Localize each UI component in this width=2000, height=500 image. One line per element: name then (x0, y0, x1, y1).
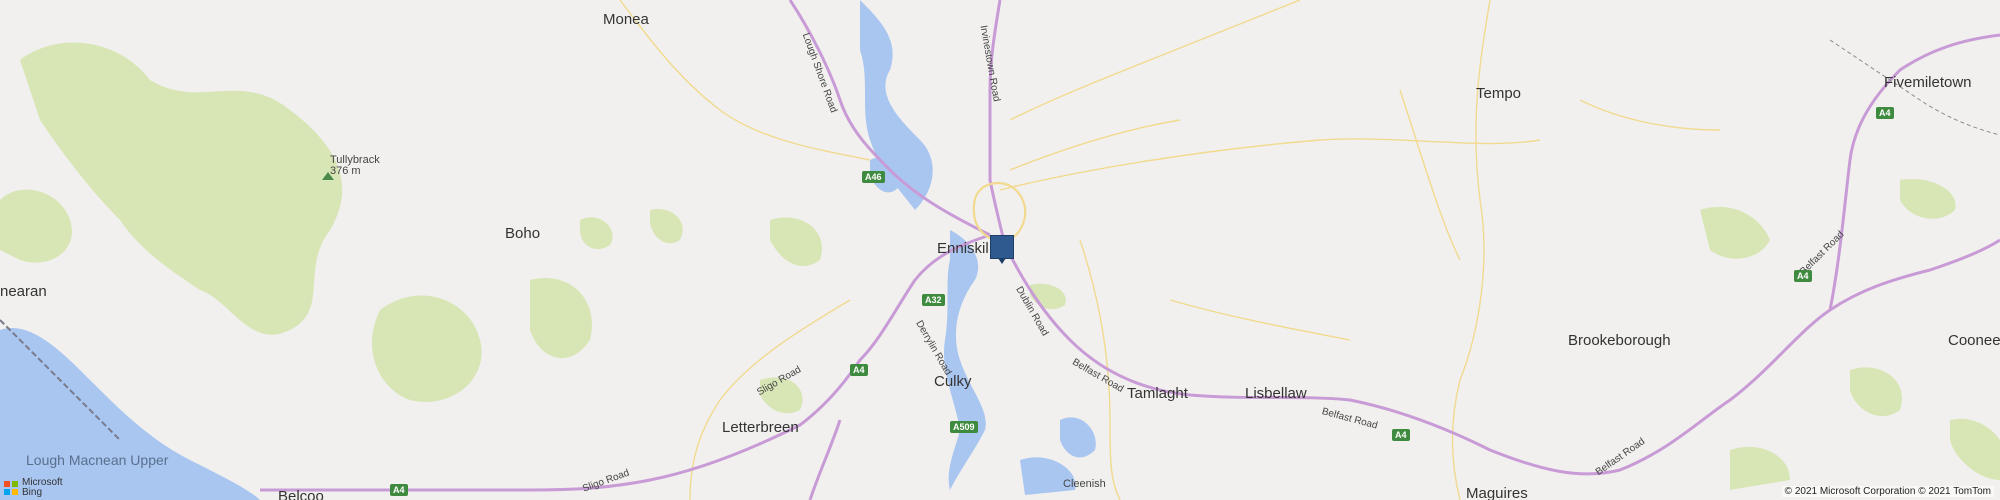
location-pin-icon[interactable] (990, 235, 1014, 264)
shield-a4-ne1: A4 (1876, 107, 1894, 119)
bing-logo: Microsoft Bing (4, 478, 63, 498)
shield-a509: A509 (950, 421, 978, 433)
bing-line2: Bing (22, 487, 43, 498)
shield-a32: A32 (922, 294, 945, 306)
place-maguires[interactable]: Maguires (1466, 486, 1528, 500)
copyright-text: © 2021 Microsoft Corporation © 2021 TomT… (1781, 486, 1994, 497)
place-brookeborough[interactable]: Brookeborough (1568, 333, 1671, 349)
place-enniskillen[interactable]: Enniskil (937, 241, 989, 257)
place-tamlaght[interactable]: Tamlaght (1127, 386, 1188, 402)
place-culky[interactable]: Culky (934, 374, 972, 390)
peak-elevation: 376 m (330, 165, 361, 177)
shield-a46: A46 (862, 171, 885, 183)
place-cooneen[interactable]: Cooneen (1948, 333, 2000, 349)
shield-a4-ne2: A4 (1794, 270, 1812, 282)
place-fivemiletown[interactable]: Fivemiletown (1884, 75, 1972, 91)
shield-a4-east: A4 (1392, 429, 1410, 441)
place-lisbellaw[interactable]: Lisbellaw (1245, 386, 1307, 402)
place-nearan[interactable]: nearan (0, 284, 47, 300)
lake-lough-macnean[interactable]: Lough Macnean Upper (26, 452, 168, 468)
place-cleenish[interactable]: Cleenish (1063, 476, 1106, 492)
place-boho[interactable]: Boho (505, 226, 540, 242)
shield-a4-west: A4 (850, 364, 868, 376)
shield-a4-south: A4 (390, 484, 408, 496)
place-monea[interactable]: Monea (603, 12, 649, 28)
place-letterbreen[interactable]: Letterbreen (722, 420, 799, 436)
microsoft-logo-icon (4, 481, 18, 495)
place-belcoo[interactable]: Belcoo (278, 489, 324, 500)
map-view[interactable]: Monea Tullybrack 376 m Boho nearan Ennis… (0, 0, 2000, 500)
place-tempo[interactable]: Tempo (1476, 86, 1521, 102)
